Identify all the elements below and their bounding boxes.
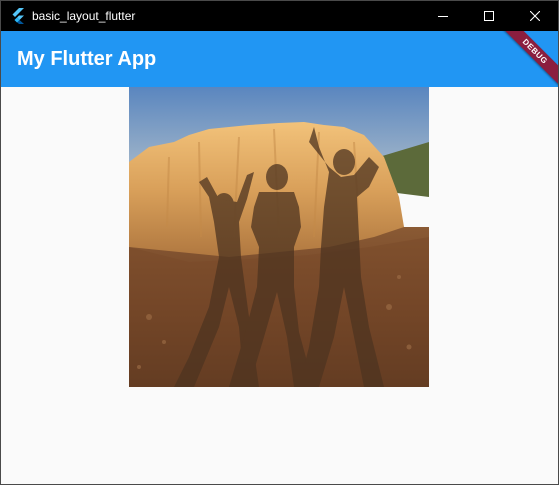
app-bar-title: My Flutter App <box>17 47 157 70</box>
flutter-logo-icon <box>10 8 26 24</box>
minimize-button[interactable] <box>420 1 466 31</box>
title-bar[interactable]: basic_layout_flutter <box>1 1 558 31</box>
body-content <box>1 87 558 484</box>
window-title: basic_layout_flutter <box>32 9 136 23</box>
close-icon <box>530 11 540 21</box>
app-window: basic_layout_flutter My Flutter App DEBU… <box>0 0 559 485</box>
close-button[interactable] <box>512 1 558 31</box>
window-controls <box>420 1 558 31</box>
photo-image <box>129 87 429 387</box>
maximize-button[interactable] <box>466 1 512 31</box>
minimize-icon <box>438 16 448 17</box>
app-bar: My Flutter App <box>1 31 558 87</box>
maximize-icon <box>484 11 494 21</box>
